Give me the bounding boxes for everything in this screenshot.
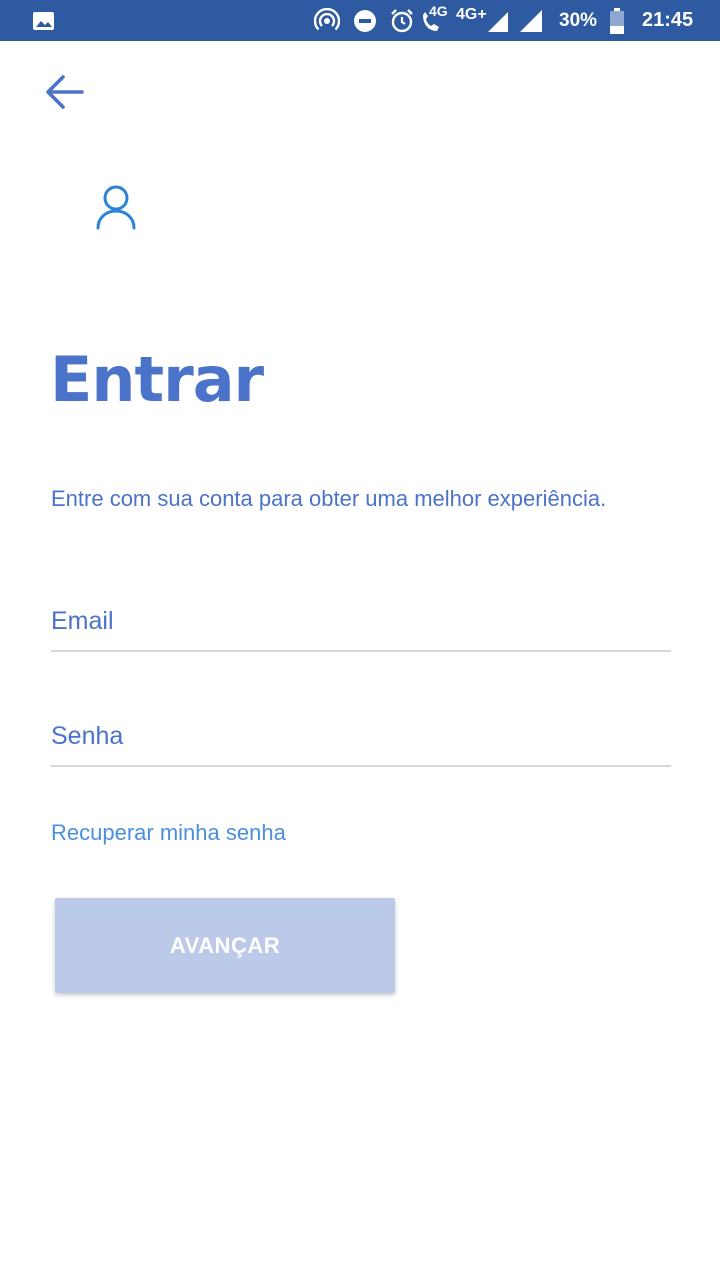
alarm-icon	[389, 0, 415, 41]
back-button[interactable]	[36, 66, 92, 118]
signal-icon	[520, 0, 542, 41]
recover-password-link[interactable]: Recuperar minha senha	[51, 818, 286, 848]
do-not-disturb-icon	[353, 0, 377, 41]
volte-call-icon: 4G	[419, 0, 448, 41]
battery-percent: 30%	[559, 9, 598, 31]
password-field[interactable]	[51, 707, 671, 767]
page-title: Entrar	[50, 343, 264, 416]
arrow-left-icon	[46, 75, 84, 109]
hotspot-icon	[314, 0, 340, 41]
submit-button[interactable]: AVANÇAR	[55, 898, 395, 993]
signal-icon	[488, 12, 508, 32]
status-bar: 4G 4G+ 30% 21:45	[0, 0, 720, 41]
user-icon	[93, 184, 139, 232]
image-icon	[32, 0, 55, 41]
page-subtitle: Entre com sua conta para obter uma melho…	[51, 486, 607, 511]
clock: 21:45	[642, 9, 694, 31]
battery-icon	[609, 0, 625, 41]
email-field[interactable]	[51, 592, 671, 652]
